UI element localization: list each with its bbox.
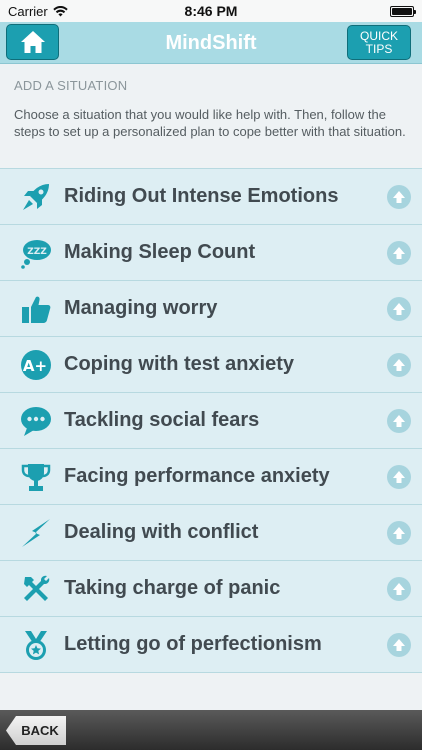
list-item-label: Taking charge of panic: [64, 577, 281, 599]
quick-tips-button[interactable]: QUICK TIPS: [347, 25, 411, 60]
lightning-icon: [18, 515, 54, 551]
chevron-up-icon: [387, 576, 411, 601]
intro-text: Choose a situation that you would like h…: [14, 107, 406, 139]
rocket-icon: [18, 179, 54, 215]
back-button[interactable]: BACK: [6, 716, 66, 745]
chevron-up-icon: [387, 520, 411, 545]
sleep-bubble-icon: ZZZ: [18, 235, 54, 271]
tools-icon: [18, 571, 54, 607]
back-button-label: BACK: [21, 723, 59, 738]
quick-tips-label-line1: QUICK: [359, 28, 398, 43]
a-plus-icon: A+: [18, 347, 54, 383]
chevron-up-icon: [387, 632, 411, 657]
chevron-up-icon: [387, 240, 411, 265]
list-item-label: Facing performance anxiety: [64, 465, 330, 487]
list-item[interactable]: Facing performance anxiety: [0, 449, 422, 505]
wifi-icon: [53, 5, 68, 16]
list-item-label: Making Sleep Count: [64, 241, 256, 263]
section-title: ADD A SITUATION: [14, 78, 128, 93]
battery-icon: [390, 5, 416, 17]
list-item[interactable]: Dealing with conflict: [0, 505, 422, 561]
list-item-label: Tackling social fears: [64, 409, 260, 431]
bottom-toolbar: BACK: [0, 710, 422, 750]
quick-tips-label-line2: TIPS: [365, 41, 393, 56]
list-item-label: Managing worry: [64, 297, 218, 319]
medal-icon: [18, 627, 54, 663]
carrier-label: Carrier: [8, 3, 48, 19]
chevron-up-icon: [387, 464, 411, 489]
list-item-label: Dealing with conflict: [64, 521, 259, 543]
status-bar: Carrier 8:46 PM: [0, 0, 422, 22]
situation-list: Riding Out Intense Emotions ZZZ Making S…: [0, 168, 422, 673]
list-item[interactable]: ZZZ Making Sleep Count: [0, 225, 422, 281]
chevron-up-icon: [387, 352, 411, 377]
list-item[interactable]: A+ Coping with test anxiety: [0, 337, 422, 393]
list-item[interactable]: Tackling social fears: [0, 393, 422, 449]
navigation-bar: MindShift QUICK TIPS: [0, 22, 422, 64]
list-item-label: Coping with test anxiety: [64, 353, 295, 375]
list-item[interactable]: Riding Out Intense Emotions: [0, 169, 422, 225]
list-item[interactable]: Letting go of perfectionism: [0, 617, 422, 673]
chat-bubble-icon: [18, 403, 54, 439]
list-item-label: Letting go of perfectionism: [64, 633, 322, 655]
list-item[interactable]: Managing worry: [0, 281, 422, 337]
svg-text:A+: A+: [23, 357, 47, 375]
thumbs-up-icon: [18, 291, 54, 327]
svg-text:ZZZ: ZZZ: [27, 247, 47, 257]
chevron-up-icon: [387, 184, 411, 209]
chevron-up-icon: [387, 408, 411, 433]
list-item[interactable]: Taking charge of panic: [0, 561, 422, 617]
chevron-up-icon: [387, 296, 411, 321]
list-item-label: Riding Out Intense Emotions: [64, 185, 339, 207]
trophy-icon: [18, 459, 54, 495]
